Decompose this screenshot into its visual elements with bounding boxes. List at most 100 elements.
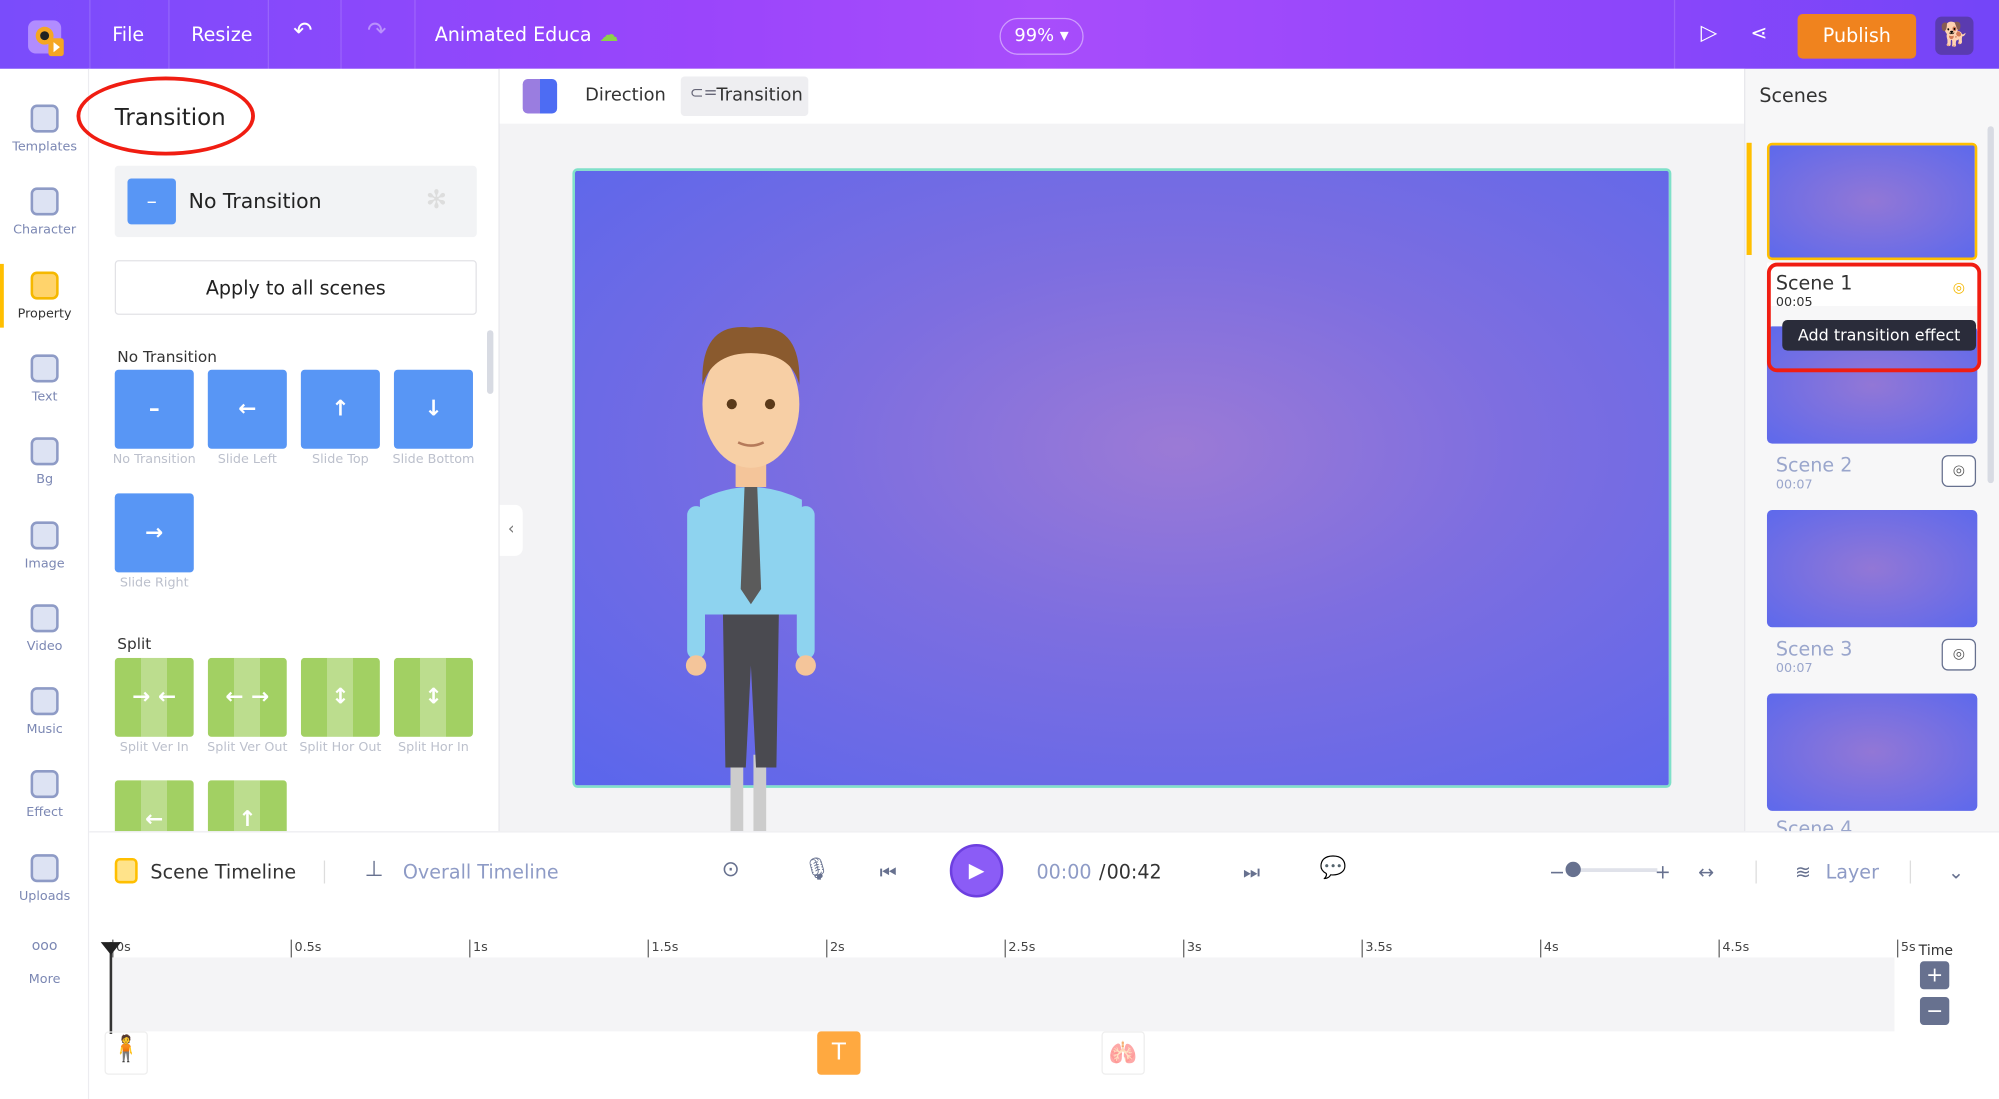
undo-icon[interactable]: ↶	[293, 18, 312, 45]
zoom-dropdown[interactable]: 99% ▾	[999, 17, 1084, 55]
sidebar-item-label: Music	[26, 722, 63, 737]
scene-timeline-tab[interactable]: Scene Timeline	[150, 861, 296, 884]
add-transition-button-scene-2[interactable]: ◎	[1941, 455, 1977, 488]
transition-tile[interactable]: ↓	[393, 369, 473, 449]
time-tick: 1.5s	[647, 939, 678, 958]
scene-thumbnail-4[interactable]	[1766, 693, 1978, 811]
zoom-out-icon[interactable]: −	[1549, 861, 1565, 884]
sidebar-item-character[interactable]: Character	[0, 180, 89, 259]
transition-tile[interactable]: ↕	[300, 657, 380, 737]
scene-name: Scene 2	[1775, 453, 1853, 477]
transition-tile[interactable]: → ←	[114, 657, 194, 737]
zoom-value: 99%	[1014, 25, 1055, 46]
user-avatar[interactable]: 🐕	[1935, 16, 1974, 55]
panel-scrollbar[interactable]	[487, 330, 494, 394]
publish-button[interactable]: Publish	[1797, 14, 1917, 59]
timeline-panel: Scene Timeline ⊥ Overall Timeline ⊙ 🎙 ⏮ …	[89, 831, 1999, 1099]
sidebar-item-templates[interactable]: Templates	[0, 97, 89, 176]
time-tick: 2.5s	[1004, 939, 1035, 958]
app-logo[interactable]	[23, 15, 69, 58]
transition-tile[interactable]: ↕	[393, 657, 473, 737]
video-icon	[30, 604, 59, 633]
transition-tile[interactable]: ↑	[207, 780, 287, 832]
lungs-layer-item[interactable]: 🫁	[1101, 1031, 1145, 1075]
time-tick: 1s	[469, 939, 488, 958]
transition-tile[interactable]: ↑	[300, 369, 380, 449]
transition-tile[interactable]: ←	[114, 780, 194, 832]
sidebar-item-effect[interactable]: Effect	[0, 763, 89, 842]
text-layer-item[interactable]: T	[817, 1031, 861, 1075]
subtitles-icon[interactable]: 💬	[1319, 855, 1346, 880]
sidebar-item-video[interactable]: Video	[0, 596, 89, 675]
collapse-timeline-icon[interactable]: ⌄	[1948, 861, 1964, 884]
fit-width-icon[interactable]: ↔	[1698, 861, 1714, 884]
scene-thumbnail-1[interactable]	[1766, 142, 1978, 261]
bg-icon	[30, 437, 59, 466]
sidebar-item-text[interactable]: Text	[0, 347, 89, 426]
image-icon	[30, 520, 59, 549]
text-icon	[30, 354, 59, 383]
play-button[interactable]: ▶	[949, 843, 1004, 898]
transition-tab[interactable]: ⊂= Transition	[680, 76, 809, 117]
sidebar-item-label: Character	[13, 223, 77, 238]
sidebar-item-more[interactable]: ooo More	[0, 929, 89, 1008]
playhead[interactable]	[109, 942, 113, 1034]
sidebar-item-music[interactable]: Music	[0, 680, 89, 759]
direction-button[interactable]: Direction	[585, 85, 666, 105]
redo-icon[interactable]: ↷	[367, 18, 386, 45]
scene-thumbnail-3[interactable]	[1766, 509, 1978, 628]
time-zoom-out-button[interactable]: −	[1919, 996, 1950, 1025]
preview-play-icon[interactable]: ▷	[1701, 20, 1718, 45]
transition-gallery: No Transition – No Transition ← Slide Left ↑ S…	[89, 69, 484, 832]
time-label: Time	[1918, 942, 1954, 959]
color-swatch[interactable]	[522, 79, 558, 114]
transition-label: Split Ver In	[119, 740, 189, 755]
sidebar-item-label: Effect	[26, 806, 63, 821]
transition-label: Slide Right	[119, 576, 189, 591]
arrow-icon: ↕	[331, 684, 350, 711]
zoom-in-icon[interactable]: +	[1655, 861, 1671, 884]
transition-tile[interactable]: →	[114, 493, 194, 573]
time-zoom-in-button[interactable]: +	[1919, 961, 1950, 990]
arrow-icon: ↑	[331, 396, 350, 422]
sidebar-item-uploads[interactable]: Uploads	[0, 846, 89, 925]
scene-name: Scene 3	[1775, 637, 1853, 661]
overall-timeline-tab[interactable]: Overall Timeline	[403, 861, 559, 884]
share-icon[interactable]: ⋖	[1750, 20, 1767, 44]
file-menu[interactable]: File	[112, 23, 144, 46]
playhead-handle[interactable]	[100, 942, 122, 955]
skip-back-icon[interactable]: ⏮	[880, 861, 897, 884]
transition-tile[interactable]: ← →	[207, 657, 287, 737]
resize-menu[interactable]: Resize	[191, 23, 252, 46]
skip-forward-icon[interactable]: ⏭	[1243, 861, 1260, 884]
time-tick: 2s	[826, 939, 845, 958]
collapse-panel-button[interactable]: ‹	[499, 504, 523, 556]
add-transition-button-scene-3[interactable]: ◎	[1941, 638, 1977, 671]
sidebar-item-label: Video	[26, 639, 63, 654]
transition-panel: Transition – No Transition ✻ Apply to al…	[76, 68, 500, 832]
microphone-icon[interactable]: 🎙	[803, 857, 831, 882]
timeline-zoom-slider[interactable]	[1568, 868, 1658, 873]
transition-tile[interactable]: –	[114, 369, 194, 449]
zoom-slider-handle[interactable]	[1565, 861, 1581, 878]
project-title[interactable]: Animated Educa	[435, 23, 592, 46]
character-layer-item[interactable]: 🧍	[104, 1031, 148, 1075]
sidebar-item-image[interactable]: Image	[0, 513, 89, 592]
scene-stage[interactable]	[572, 168, 1672, 832]
arrow-icon: ← →	[225, 684, 270, 711]
more-icon: ooo	[31, 937, 58, 954]
top-bar: File Resize ↶ ↷ Animated Educa ☁ 99% ▾ ▷…	[0, 0, 1999, 69]
arrow-icon: ↕	[424, 684, 443, 711]
transition-tile[interactable]: ←	[207, 369, 287, 449]
transition-label: Slide Left	[217, 452, 277, 467]
sidebar-item-label: Templates	[12, 140, 78, 155]
timeline-track[interactable]	[109, 957, 1895, 1032]
sidebar-item-bg[interactable]: Bg	[0, 430, 89, 509]
sidebar-item-property[interactable]: Property	[0, 263, 89, 342]
time-tick: 5s	[1897, 939, 1916, 958]
layer-button[interactable]: Layer	[1826, 861, 1879, 884]
scenes-scrollbar[interactable]	[1987, 126, 1994, 484]
character-man[interactable]	[674, 283, 827, 832]
scene-time: 00:07	[1775, 478, 1813, 493]
camera-focus-icon[interactable]: ⊙	[722, 857, 740, 882]
